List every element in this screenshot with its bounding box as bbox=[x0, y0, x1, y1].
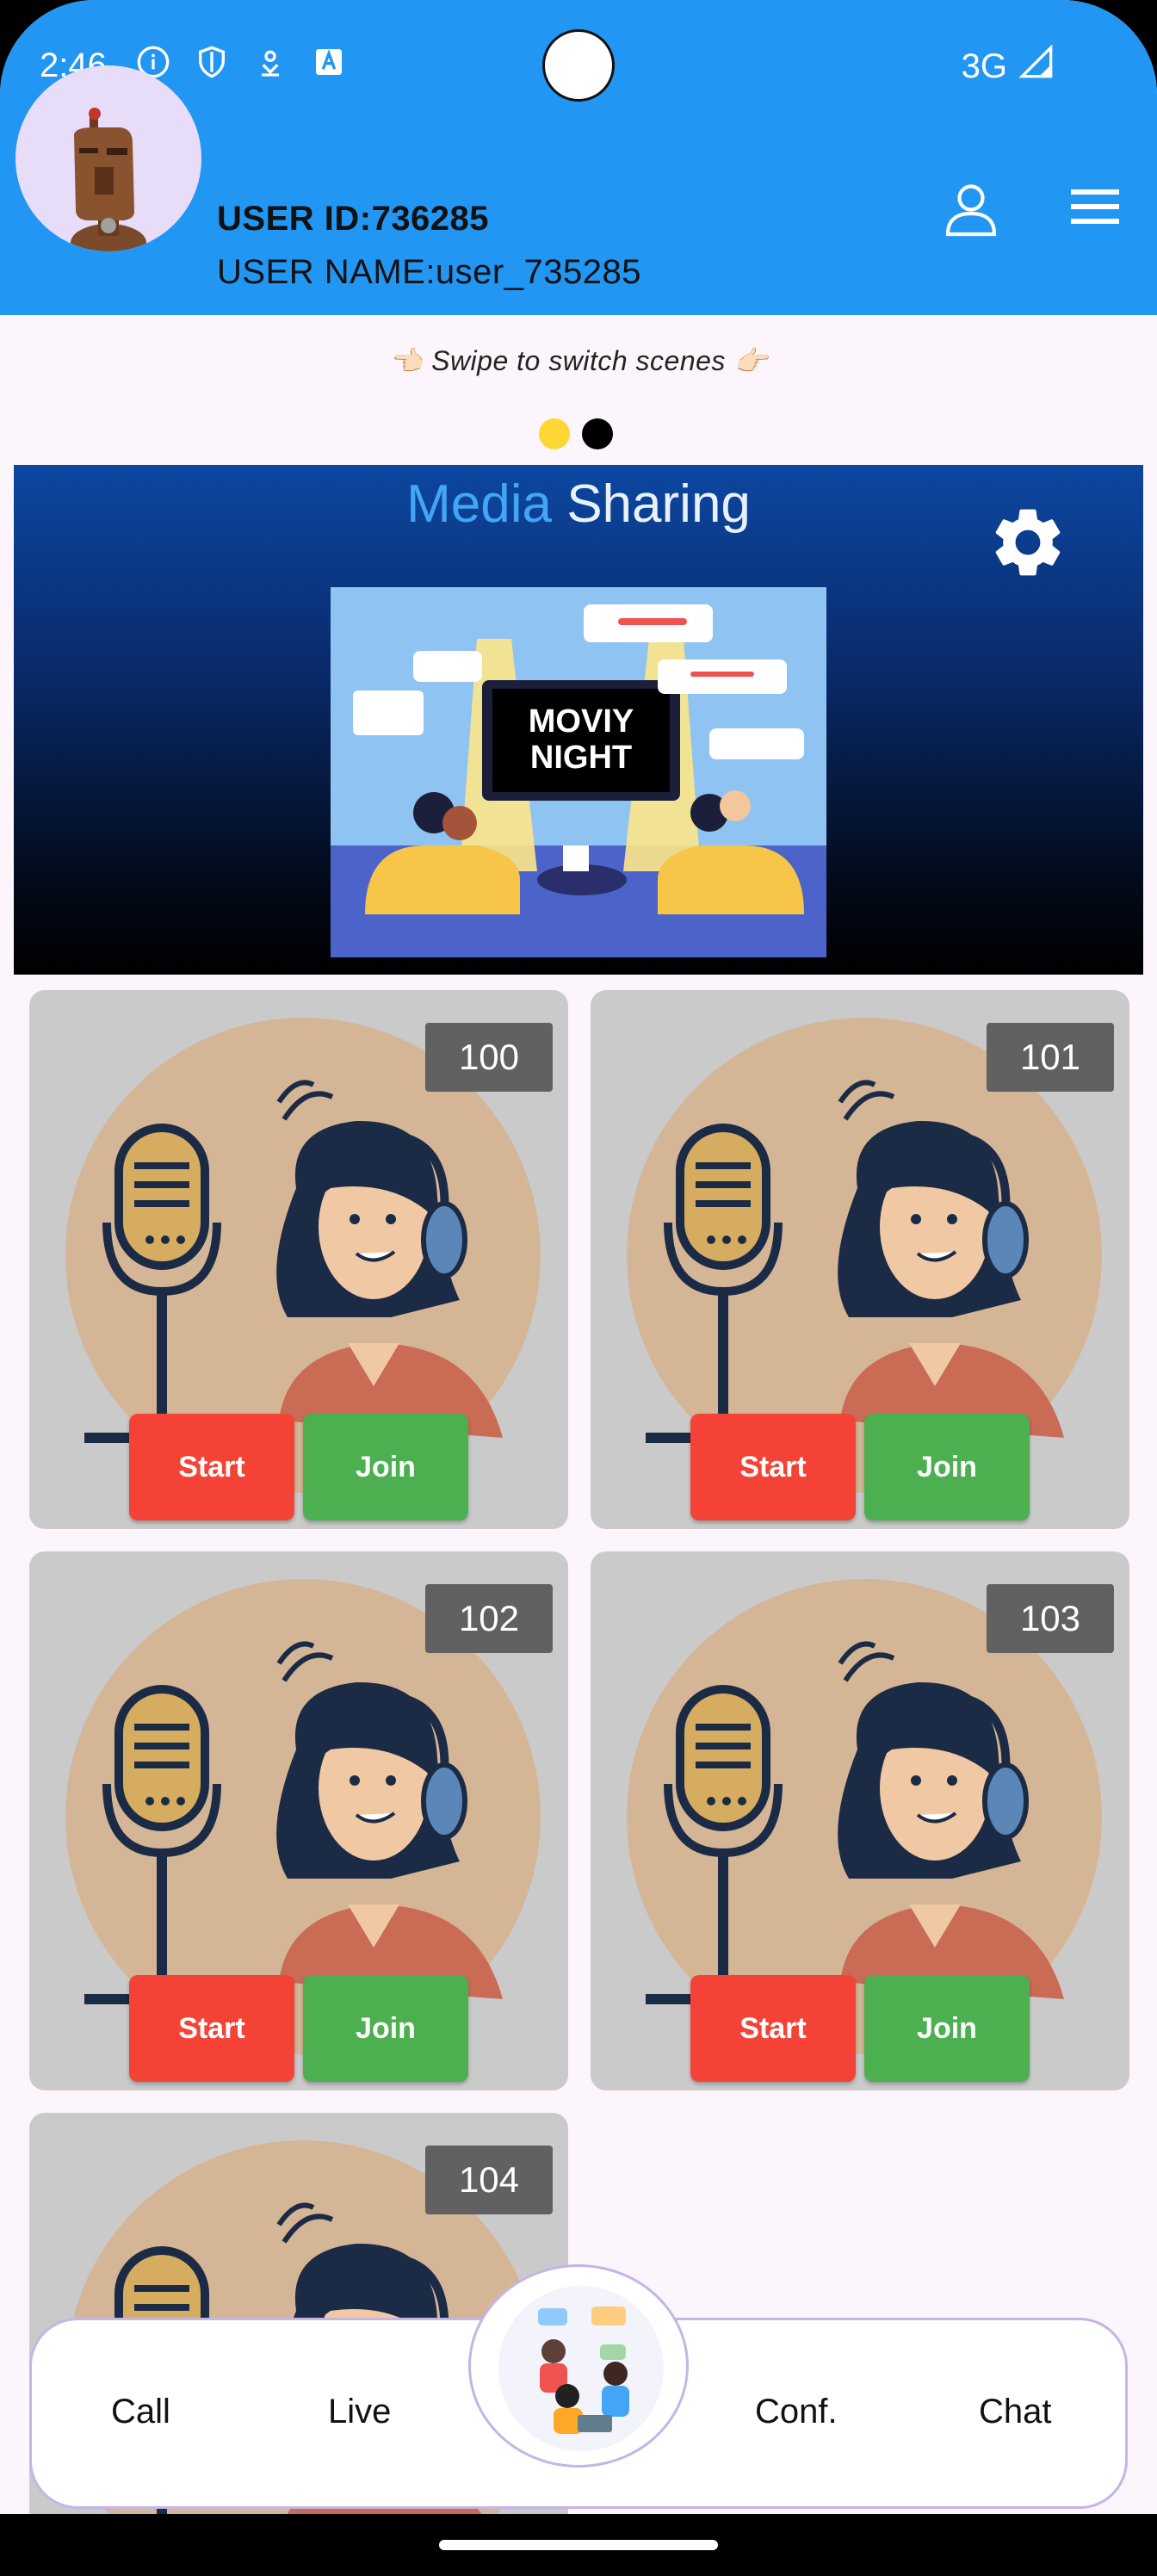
poster-title-line1: MOVIY bbox=[529, 703, 634, 740]
nav-conf[interactable]: Conf. bbox=[755, 2393, 838, 2431]
menu-icon[interactable] bbox=[1067, 183, 1123, 231]
gesture-handle[interactable] bbox=[439, 2540, 718, 2550]
join-button[interactable]: Join bbox=[303, 1414, 468, 1520]
room-card-100[interactable]: 100 Start Join bbox=[29, 990, 568, 1529]
app-screen: 2:46 3G USER ID:736285 USER NAME:user_73… bbox=[0, 0, 1157, 2576]
app-header: 2:46 3G USER ID:736285 USER NAME:user_73… bbox=[0, 0, 1157, 315]
user-id: USER ID:736285 bbox=[217, 200, 490, 238]
movie-night-poster[interactable]: MOVIY NIGHT bbox=[331, 587, 826, 957]
nav-live[interactable]: Live bbox=[328, 2393, 391, 2431]
start-button[interactable]: Start bbox=[129, 1414, 294, 1520]
download-icon bbox=[253, 45, 288, 79]
gesture-bar bbox=[0, 2514, 1157, 2576]
room-card-102[interactable]: 102 Start Join bbox=[29, 1551, 568, 2090]
start-button[interactable]: Start bbox=[690, 1975, 856, 2082]
room-number: 101 bbox=[987, 1023, 1114, 1092]
room-card-101[interactable]: 101 Start Join bbox=[591, 990, 1129, 1529]
banner-title-part2: Sharing bbox=[566, 474, 751, 534]
media-sharing-banner: Media Sharing MOVIY NIGHT bbox=[14, 465, 1143, 975]
join-button[interactable]: Join bbox=[864, 1414, 1030, 1520]
avatar[interactable] bbox=[15, 65, 201, 251]
font-icon bbox=[312, 45, 346, 79]
page-indicator[interactable] bbox=[539, 418, 613, 449]
room-number: 102 bbox=[425, 1584, 553, 1653]
join-button[interactable]: Join bbox=[864, 1975, 1030, 2082]
gear-icon[interactable] bbox=[987, 501, 1069, 584]
join-button[interactable]: Join bbox=[303, 1975, 468, 2082]
user-name: USER NAME:user_735285 bbox=[217, 253, 641, 291]
poster-title-line2: NIGHT bbox=[530, 740, 632, 776]
nav-call[interactable]: Call bbox=[111, 2393, 170, 2431]
room-number: 100 bbox=[425, 1023, 553, 1092]
banner-title: Media Sharing bbox=[14, 474, 1143, 535]
profile-icon[interactable] bbox=[940, 177, 1002, 239]
page-dot-active[interactable] bbox=[539, 418, 570, 449]
page-dot[interactable] bbox=[582, 418, 613, 449]
nav-home-button[interactable] bbox=[468, 2264, 689, 2468]
room-number: 103 bbox=[987, 1584, 1114, 1653]
room-card-103[interactable]: 103 Start Join bbox=[591, 1551, 1129, 2090]
swipe-hint: 👈🏻 Swipe to switch scenes 👉🏻 bbox=[388, 345, 769, 376]
banner-title-part1: Media bbox=[406, 474, 552, 534]
room-number: 104 bbox=[425, 2146, 553, 2214]
nav-chat[interactable]: Chat bbox=[979, 2393, 1052, 2431]
start-button[interactable]: Start bbox=[129, 1975, 294, 2082]
signal-icon bbox=[1018, 44, 1054, 88]
network-type: 3G bbox=[961, 46, 1007, 85]
shield-icon bbox=[195, 45, 229, 79]
start-button[interactable]: Start bbox=[690, 1414, 856, 1520]
camera-cutout bbox=[542, 29, 615, 102]
